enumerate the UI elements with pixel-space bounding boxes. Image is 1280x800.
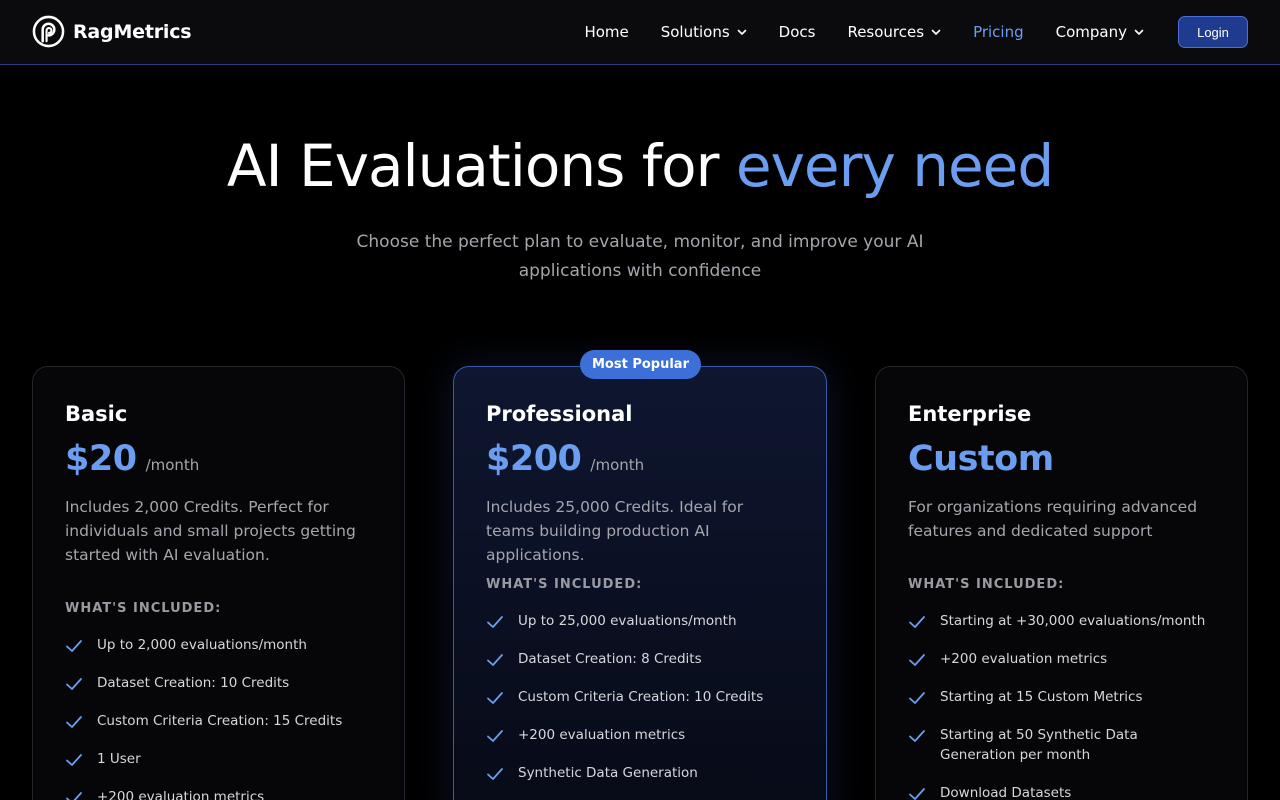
checkmark-icon	[487, 692, 503, 704]
plan-period: /month	[590, 456, 645, 474]
top-navbar: RagMetrics Home Solutions Docs Resources…	[0, 0, 1280, 65]
plan-card-enterprise: Enterprise Custom For organizations requ…	[875, 366, 1248, 800]
checkmark-icon	[66, 678, 82, 690]
feature-text: +200 evaluation metrics	[518, 727, 686, 743]
feature-text: Dataset Creation: 10 Credits	[97, 675, 290, 691]
checkmark-icon	[487, 654, 503, 666]
page-title: AI Evaluations for every need	[0, 132, 1280, 200]
checkmark-icon	[909, 788, 925, 800]
title-accent: every need	[735, 132, 1054, 200]
feature-text: Custom Criteria Creation: 10 Credits	[518, 689, 764, 705]
checkmark-icon	[909, 616, 925, 628]
chevron-down-icon	[931, 29, 941, 35]
feature-text: Synthetic Data Generation	[518, 765, 698, 781]
feature-text: Up to 25,000 evaluations/month	[518, 613, 737, 629]
plan-name: Enterprise	[908, 402, 1032, 426]
feature-list: Starting at +30,000 evaluations/month +2…	[908, 611, 1208, 800]
nav-item-label: Home	[584, 23, 629, 41]
checkmark-icon	[487, 730, 503, 742]
nav-item-label: Docs	[778, 23, 816, 41]
feature-item: Synthetic Data Generation	[486, 763, 786, 783]
feature-text: Starting at 50 Synthetic Data Generation…	[940, 727, 1138, 763]
feature-item: Starting at 50 Synthetic Data Generation…	[908, 725, 1208, 765]
nav-item-pricing[interactable]: Pricing	[973, 23, 1024, 41]
checkmark-icon	[487, 768, 503, 780]
plan-description: For organizations requiring advanced fea…	[908, 498, 1198, 540]
feature-item: Starting at 15 Custom Metrics	[908, 687, 1208, 707]
nav-item-docs[interactable]: Docs	[779, 23, 816, 41]
ragmetrics-logo-icon	[32, 15, 65, 48]
plan-description: Includes 25,000 Credits. Ideal for teams…	[486, 498, 744, 564]
feature-item: Up to 2,000 evaluations/month	[65, 635, 365, 655]
feature-item: +200 evaluation metrics	[65, 787, 365, 800]
title-plain: AI Evaluations for	[226, 132, 736, 200]
included-heading: WHAT'S INCLUDED:	[908, 577, 1065, 592]
checkmark-icon	[66, 792, 82, 800]
plan-price: $20	[65, 439, 137, 479]
feature-item: +200 evaluation metrics	[908, 649, 1208, 669]
price-row: $20 /month	[65, 439, 199, 479]
nav-item-home[interactable]: Home	[584, 23, 628, 41]
nav-item-label: Pricing	[973, 23, 1024, 41]
price-row: Custom	[908, 439, 1063, 479]
feature-text: Custom Criteria Creation: 15 Credits	[97, 713, 343, 729]
feature-text: +200 evaluation metrics	[97, 789, 265, 800]
feature-item: Up to 25,000 evaluations/month	[486, 611, 786, 631]
chevron-down-icon	[1134, 29, 1144, 35]
feature-item: 1 User	[65, 749, 365, 769]
plan-description: Includes 2,000 Credits. Perfect for indi…	[65, 498, 356, 564]
feature-item: +200 evaluation metrics	[486, 725, 786, 745]
feature-text: +200 evaluation metrics	[940, 651, 1108, 667]
nav-item-resources[interactable]: Resources	[847, 23, 941, 41]
nav-item-solutions[interactable]: Solutions	[661, 23, 747, 41]
plan-name: Professional	[486, 402, 633, 426]
nav-item-label: Resources	[847, 23, 925, 41]
nav-item-label: Solutions	[660, 23, 730, 41]
page-subtitle: Choose the perfect plan to evaluate, mon…	[356, 232, 924, 281]
feature-item: Custom Criteria Creation: 15 Credits	[65, 711, 365, 731]
plan-name: Basic	[65, 402, 128, 426]
plan-card-basic: Basic $20 /month Includes 2,000 Credits.…	[32, 366, 405, 800]
feature-text: Starting at 15 Custom Metrics	[940, 689, 1143, 705]
feature-item: Custom Criteria Creation: 10 Credits	[486, 687, 786, 707]
feature-item: Starting at +30,000 evaluations/month	[908, 611, 1208, 631]
feature-text: Up to 2,000 evaluations/month	[97, 637, 307, 653]
feature-list: Up to 25,000 evaluations/month Dataset C…	[486, 611, 786, 800]
plan-period: /month	[145, 456, 200, 474]
checkmark-icon	[66, 716, 82, 728]
login-button[interactable]: Login	[1178, 16, 1248, 48]
feature-list: Up to 2,000 evaluations/month Dataset Cr…	[65, 635, 365, 800]
plan-price: $200	[486, 439, 582, 479]
plan-price: Custom	[908, 439, 1054, 479]
feature-text: 1 User	[97, 751, 141, 767]
main-menu: Home Solutions Docs Resources Pricing Co…	[552, 0, 1144, 64]
feature-text: Starting at +30,000 evaluations/month	[940, 613, 1206, 629]
feature-item: Dataset Creation: 8 Credits	[486, 649, 786, 669]
chevron-down-icon	[737, 29, 746, 35]
feature-item: Dataset Creation: 10 Credits	[65, 673, 365, 693]
checkmark-icon	[909, 730, 925, 742]
plan-card-professional: Professional $200 /month Includes 25,000…	[453, 366, 827, 800]
brand-logo[interactable]: RagMetrics	[32, 15, 192, 48]
most-popular-badge: Most Popular	[580, 350, 701, 379]
checkmark-icon	[487, 616, 503, 628]
feature-text: Dataset Creation: 8 Credits	[518, 651, 702, 667]
feature-item: Download Datasets	[908, 783, 1208, 800]
checkmark-icon	[66, 640, 82, 652]
included-heading: WHAT'S INCLUDED:	[65, 601, 222, 616]
checkmark-icon	[909, 692, 925, 704]
nav-item-label: Company	[1055, 23, 1127, 41]
brand-name: RagMetrics	[73, 20, 192, 43]
price-row: $200 /month	[486, 439, 644, 479]
checkmark-icon	[66, 754, 82, 766]
feature-text: Download Datasets	[940, 785, 1072, 800]
included-heading: WHAT'S INCLUDED:	[486, 577, 643, 592]
nav-item-company[interactable]: Company	[1056, 23, 1144, 41]
checkmark-icon	[909, 654, 925, 666]
